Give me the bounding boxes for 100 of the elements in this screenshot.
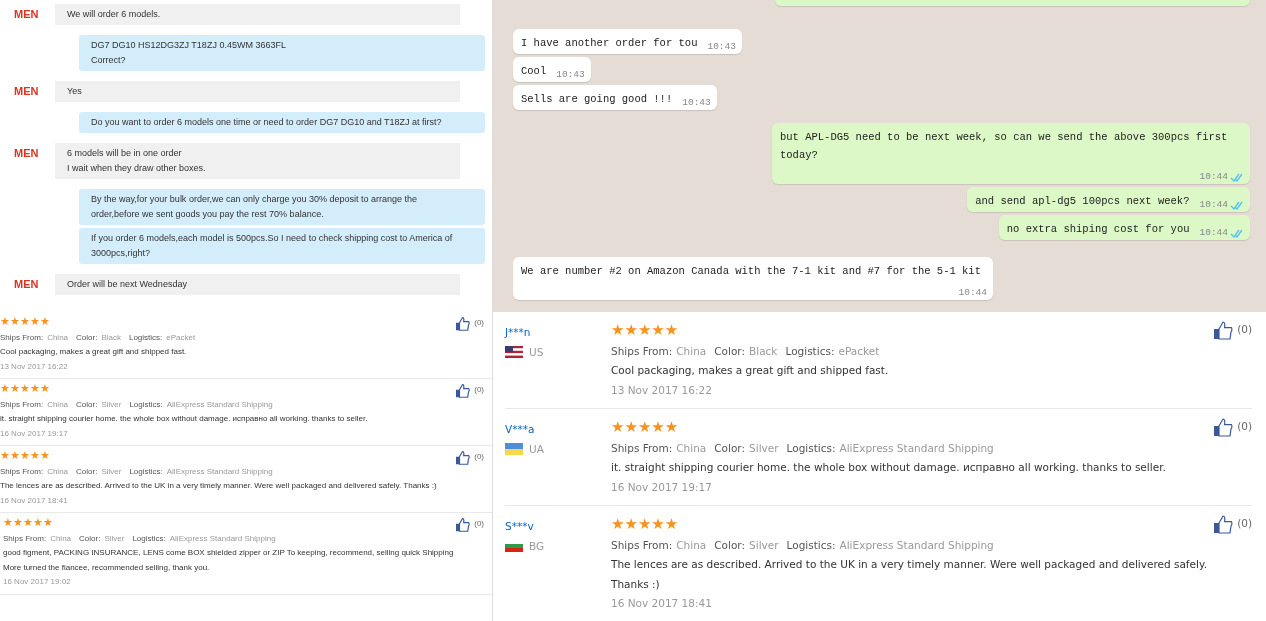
star-icon: ★ xyxy=(20,315,30,328)
field-label: Logistics: xyxy=(129,398,163,411)
message-time: 10:43 xyxy=(556,68,585,82)
review-text: Cool packaging, makes a great gift and shipped fast. xyxy=(611,363,890,378)
avatar-logo: MEN xyxy=(14,7,40,22)
field-label: Ships From: xyxy=(0,398,44,411)
user-name[interactable]: J***n xyxy=(505,322,611,342)
star-icon: ★ xyxy=(651,419,665,436)
message-text: and send apl-dg5 100pcs next week? xyxy=(975,194,1190,209)
field-value: China xyxy=(47,465,69,478)
star-icon: ★ xyxy=(637,516,652,533)
star-icon: ★ xyxy=(651,516,665,533)
message-bubble: If you order 6 models,each model is 500pcs.So I need to check shipping cost to America of 3000pcs,right? xyxy=(79,228,485,264)
flag-icon xyxy=(505,346,523,358)
star-icon: ★ xyxy=(3,516,13,529)
thumbs-up-icon[interactable] xyxy=(455,315,471,331)
thumbs-up-icon[interactable] xyxy=(455,516,471,532)
review-date: 13 Nov 2017 16:22 xyxy=(611,382,713,398)
message-time: 10:43 xyxy=(682,96,711,110)
field-label: Color: xyxy=(76,465,98,478)
star-icon: ★ xyxy=(0,382,10,395)
star-icon: ★ xyxy=(637,322,652,339)
field-value: Silver xyxy=(749,440,779,456)
message-text: but APL-DG5 need to be next week, so can we send the above 300pcs first today? xyxy=(780,130,1229,163)
message-time: 10:44 xyxy=(1199,170,1228,184)
field-label: Color: xyxy=(79,532,101,545)
field-label: Logistics: xyxy=(129,465,163,478)
review-text: The lences are as described. Arrived to the UK in a very timely manner. Were well packaged and delivered safely. Thanks :) xyxy=(0,480,438,492)
review-date: 16 Nov 2017 19:17 xyxy=(611,479,713,495)
star-icon: ★ xyxy=(651,322,665,339)
review-text: it. straight shipping courier home. the whole box without damage. исправно all working. thanks to seller. xyxy=(0,413,369,425)
star-icon: ★ xyxy=(23,516,33,529)
field-value: Black xyxy=(101,331,121,344)
field-value: China xyxy=(47,331,69,344)
message-bubble: 6 models will be in one order I wait when they draw other boxes. xyxy=(55,143,460,179)
message-text: I have another order for tou xyxy=(521,36,698,51)
thumbs-up-icon[interactable] xyxy=(455,382,471,398)
star-icon: ★ xyxy=(611,419,625,436)
field-value: Silver xyxy=(104,532,125,545)
thumbs-up-icon[interactable] xyxy=(1213,514,1234,534)
field-value: Black xyxy=(749,343,778,359)
field-value: China xyxy=(676,343,707,359)
star-icon: ★ xyxy=(13,516,23,529)
star-icon: ★ xyxy=(43,516,53,529)
country-code: UA xyxy=(529,442,544,457)
message-time: 10:43 xyxy=(707,40,736,54)
field-label: Color: xyxy=(76,398,98,411)
field-value: China xyxy=(47,398,69,411)
thumbs-up-icon[interactable] xyxy=(455,449,471,465)
field-value: ePacket xyxy=(838,343,880,359)
star-icon: ★ xyxy=(10,315,20,328)
star-icon: ★ xyxy=(624,322,638,339)
star-icon: ★ xyxy=(33,516,43,529)
field-label: Logistics: xyxy=(786,440,836,456)
field-value: AliExpress Standard Shipping xyxy=(169,532,276,545)
star-icon: ★ xyxy=(664,322,679,339)
like-count: (0) xyxy=(1237,516,1252,532)
message-text: Sells are going good !!! xyxy=(521,92,673,107)
star-icon: ★ xyxy=(40,382,50,395)
star-icon: ★ xyxy=(611,516,625,533)
star-icon: ★ xyxy=(20,449,30,462)
star-icon: ★ xyxy=(0,449,10,462)
field-label: Ships From: xyxy=(611,537,673,553)
review-date: 13 Nov 2017 16:22 xyxy=(0,360,69,373)
star-icon: ★ xyxy=(10,382,20,395)
review-date: 16 Nov 2017 18:41 xyxy=(611,596,713,611)
review-date: 16 Nov 2017 18:41 xyxy=(0,494,69,507)
like-count: (0) xyxy=(474,384,484,396)
field-value: AliExpress Standard Shipping xyxy=(166,398,273,411)
message-text: no extra shiping cost for you xyxy=(1006,222,1190,237)
field-label: Logistics: xyxy=(132,532,166,545)
review-text: it. straight shipping courier home. the whole box without damage. исправно all working. thanks to seller. xyxy=(611,460,1167,475)
like-count: (0) xyxy=(474,317,484,329)
field-label: Logistics: xyxy=(128,331,163,344)
star-icon: ★ xyxy=(624,419,638,436)
star-icon: ★ xyxy=(40,315,50,328)
review-text: good figment, PACKING INSURANCE, LENS come BOX shielded zipper or ZIP To keeping, recommend, selling quick Shipping More turned the fiancee, recommended selling, thank you. xyxy=(3,547,455,574)
user-name[interactable]: S***v xyxy=(505,516,611,536)
message-bubble: Do you want to order 6 models one time or need to order DG7 DG10 and T18ZJ at first? xyxy=(79,112,485,133)
message-time: 10:44 xyxy=(1199,198,1228,212)
field-value: China xyxy=(676,440,707,456)
star-icon: ★ xyxy=(624,516,638,533)
message-time: 10:44 xyxy=(1199,226,1228,240)
like-count: (0) xyxy=(1237,322,1252,338)
user-name[interactable]: V***a xyxy=(505,419,611,439)
thumbs-up-icon[interactable] xyxy=(1213,320,1234,340)
star-icon: ★ xyxy=(20,382,30,395)
review-date: 16 Nov 2017 19:02 xyxy=(3,576,72,588)
star-icon: ★ xyxy=(10,449,20,462)
field-value: ePacket xyxy=(166,331,196,344)
star-icon: ★ xyxy=(637,419,652,436)
field-label: Ships From: xyxy=(0,331,44,344)
field-label: Color: xyxy=(714,343,746,359)
thumbs-up-icon[interactable] xyxy=(1213,417,1234,437)
avatar-logo: MEN xyxy=(14,277,40,292)
message-bubble: By the way,for your bulk order,we can only charge you 30% deposit to arrange the order,before we sent goods you pay the rest 70% balance. xyxy=(79,189,485,225)
star-icon: ★ xyxy=(664,419,679,436)
field-label: Color: xyxy=(714,537,746,553)
field-value: Silver xyxy=(749,537,779,553)
field-value: AliExpress Standard Shipping xyxy=(839,537,994,553)
